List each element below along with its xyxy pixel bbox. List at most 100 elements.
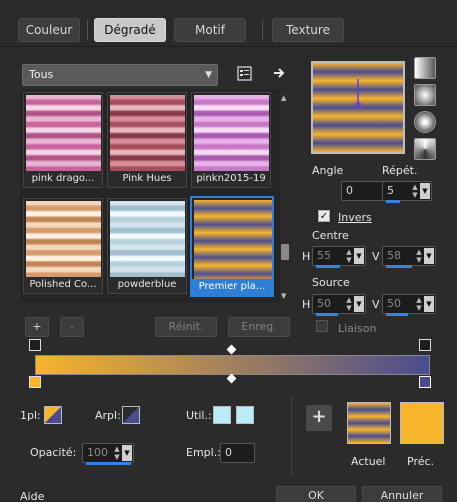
- centre-label: Centre: [312, 229, 349, 242]
- gradient-swatch: [194, 200, 272, 282]
- linear-gradient-icon[interactable]: [414, 57, 436, 79]
- location-value: 0: [225, 446, 232, 459]
- source-v-input[interactable]: 50 ▲ ▼ ▼: [382, 294, 436, 316]
- gradient-swatch: [110, 95, 185, 173]
- gradient-swatch: [26, 201, 101, 279]
- slider-fill: [386, 200, 400, 203]
- chevron-down-icon[interactable]: ▼: [424, 296, 434, 312]
- angle-handle-icon[interactable]: [348, 77, 368, 113]
- color-midpoint[interactable]: [226, 373, 237, 384]
- spinner-arrows-icon[interactable]: ▲▼: [414, 296, 424, 312]
- centre-v-label: V: [372, 250, 380, 263]
- link-label: Liaison: [338, 322, 377, 335]
- location-input[interactable]: 0: [220, 443, 255, 463]
- scroll-up-icon[interactable]: ▲: [281, 94, 286, 102]
- help-link[interactable]: Aide: [20, 490, 44, 502]
- cancel-button[interactable]: Annuler: [362, 486, 442, 502]
- tab-texture[interactable]: Texture: [272, 18, 344, 42]
- spinner-arrows-icon[interactable]: ▲▼: [410, 183, 420, 199]
- scroll-down-icon[interactable]: ▼: [281, 292, 286, 300]
- gallery-scrollbar[interactable]: ▲ ▼: [280, 93, 290, 301]
- radial-gradient-icon[interactable]: [414, 111, 436, 133]
- repeat-input[interactable]: 5 ▲ ▼ ▼: [382, 181, 432, 203]
- tab-degrade[interactable]: Dégradé: [94, 18, 166, 42]
- reset-button[interactable]: Réinit.: [155, 317, 217, 337]
- category-value: Tous: [29, 68, 54, 81]
- chevron-down-icon[interactable]: ▼: [122, 445, 132, 461]
- centre-h-input[interactable]: 55 ▲ ▼ ▼: [312, 246, 366, 268]
- chevron-down-icon[interactable]: ▼: [354, 248, 364, 264]
- gradient-label: Premier pla...: [192, 279, 272, 295]
- category-dropdown[interactable]: Tous ▼: [22, 64, 218, 86]
- opacity-stop-start[interactable]: [29, 339, 41, 351]
- source-v-value: 50: [387, 297, 401, 310]
- ok-button[interactable]: OK: [276, 486, 356, 502]
- tab-bar: Couleur Dégradé Motif Texture: [0, 0, 457, 47]
- tab-motif[interactable]: Motif: [174, 18, 246, 42]
- gallery-view-button[interactable]: [235, 64, 253, 82]
- gradient-thumb[interactable]: Pink Hues: [107, 92, 187, 188]
- sunburst-gradient-icon[interactable]: [414, 138, 436, 160]
- tab-divider: [262, 20, 263, 40]
- tab-divider: [87, 20, 88, 40]
- source-h-value: 50: [317, 297, 331, 310]
- chevron-down-icon: ▼: [205, 70, 212, 80]
- centre-h-label: H: [302, 250, 311, 263]
- source-h-input[interactable]: 50 ▲ ▼ ▼: [312, 294, 366, 316]
- repeat-value: 5: [387, 184, 394, 197]
- color-stop-end[interactable]: [419, 376, 431, 388]
- previous-label: Préc.: [407, 455, 435, 468]
- opacity-input[interactable]: 100 ▲ ▼ ▼: [82, 443, 134, 465]
- chevron-down-icon[interactable]: ▼: [354, 296, 364, 312]
- tab-couleur[interactable]: Couleur: [18, 18, 80, 42]
- user-color-swatch[interactable]: [213, 406, 231, 424]
- gradient-gallery: pink drago... Pink Hues pinkn2015-19 Pol…: [20, 89, 280, 303]
- centre-v-input[interactable]: 58 ▲ ▼ ▼: [382, 246, 436, 268]
- spinner-arrows-icon[interactable]: ▲▼: [344, 248, 354, 264]
- save-gradient-button[interactable]: Enreg.: [228, 317, 290, 337]
- gradient-thumb[interactable]: Polished Co...: [23, 198, 103, 294]
- gradient-swatch: [194, 95, 269, 173]
- gradient-thumb[interactable]: pink drago...: [23, 92, 103, 188]
- source-h-label: H: [302, 298, 311, 311]
- centre-h-value: 55: [317, 249, 331, 262]
- source-v-label: V: [372, 298, 380, 311]
- centre-v-value: 58: [387, 249, 401, 262]
- gradient-thumb[interactable]: pinkn2015-19: [191, 92, 271, 188]
- current-swatch: [347, 402, 391, 444]
- chevron-down-icon[interactable]: ▼: [424, 248, 434, 264]
- opacity-midpoint[interactable]: [226, 344, 237, 355]
- gradient-swatch: [110, 201, 185, 279]
- spinner-arrows-icon[interactable]: ▲▼: [414, 248, 424, 264]
- slider-fill: [316, 265, 340, 268]
- gradient-label: pink drago...: [24, 171, 102, 187]
- invert-label: Invers: [338, 211, 372, 224]
- foreground-swatch[interactable]: [44, 406, 62, 424]
- repeat-label: Répét.: [382, 164, 418, 177]
- gradient-preview[interactable]: [311, 61, 405, 154]
- invert-checkbox[interactable]: ✓: [318, 210, 330, 222]
- gradient-label: Pink Hues: [108, 171, 186, 187]
- link-checkbox[interactable]: [316, 320, 328, 332]
- color-stop-start[interactable]: [29, 376, 41, 388]
- background-label: Arpl:: [95, 409, 121, 422]
- angle-value: 0: [346, 184, 353, 197]
- chevron-down-icon[interactable]: ▼: [420, 183, 430, 199]
- gradient-bar[interactable]: [35, 355, 430, 375]
- foreground-label: 1pl:: [20, 409, 41, 422]
- rectangular-gradient-icon[interactable]: [414, 84, 436, 106]
- previous-swatch[interactable]: [400, 402, 444, 444]
- gradient-swatch: [26, 95, 101, 173]
- spinner-arrows-icon[interactable]: ▲▼: [112, 445, 122, 461]
- spinner-arrows-icon[interactable]: ▲▼: [344, 296, 354, 312]
- export-button[interactable]: [271, 64, 289, 82]
- scrollbar-thumb[interactable]: [281, 244, 289, 260]
- gradient-thumb-selected[interactable]: Premier pla...: [190, 196, 274, 297]
- user-color-swatch-2[interactable]: [236, 406, 254, 424]
- add-gradient-button[interactable]: +: [25, 317, 49, 337]
- opacity-stop-end[interactable]: [419, 339, 431, 351]
- add-swatch-button[interactable]: +: [306, 405, 332, 431]
- remove-gradient-button[interactable]: -: [60, 317, 84, 337]
- background-swatch[interactable]: [122, 406, 140, 424]
- gradient-thumb[interactable]: powderblue: [107, 198, 187, 294]
